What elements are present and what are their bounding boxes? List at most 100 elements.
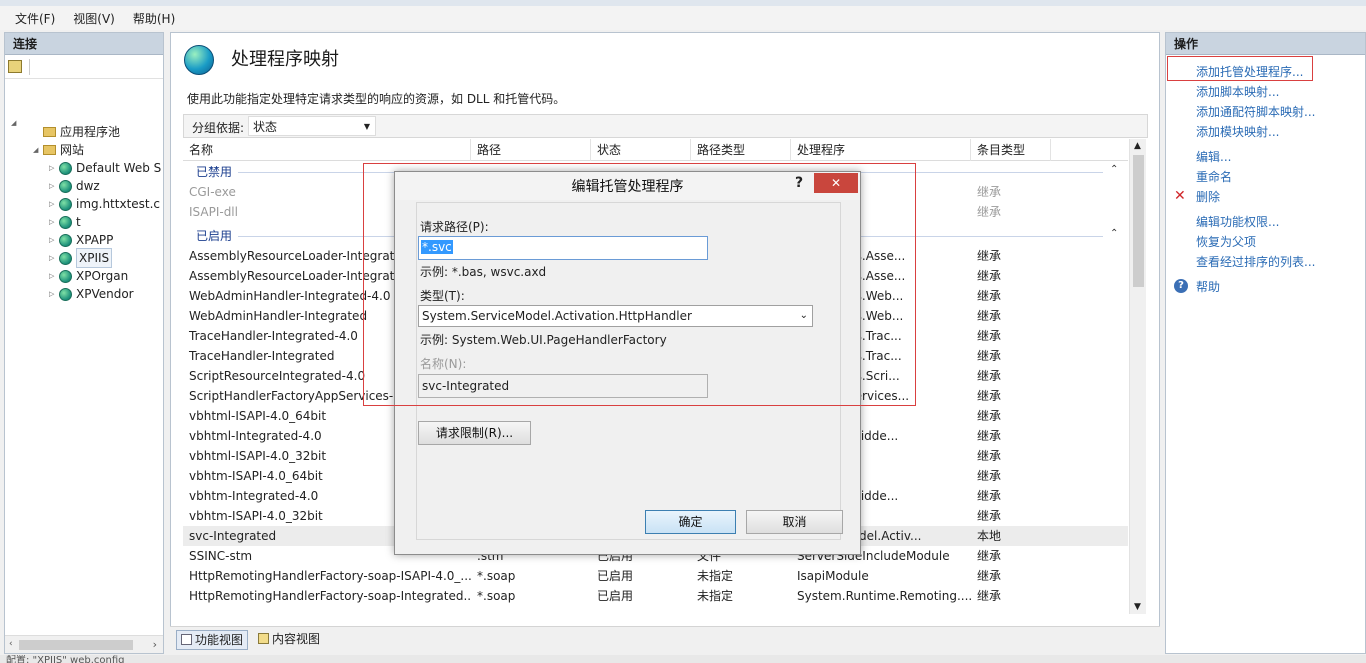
action-7[interactable]: 编辑功能权限... <box>1196 213 1279 230</box>
cell-entry: 继承 <box>977 289 1002 303</box>
collapse-group-icon[interactable]: ⌃ <box>1110 164 1118 175</box>
connect-icon[interactable] <box>8 60 22 73</box>
tree-item-label: img.httxtest.c <box>76 197 161 211</box>
group-header: 已禁用 <box>196 165 233 179</box>
content-view-tab[interactable]: 内容视图 <box>254 630 324 650</box>
grid-header: 名称 路径 状态 路径类型 处理程序 条目类型 <box>183 139 1128 161</box>
connections-panel: 连接 应用程序池 ◢ 网站 ▷ Default Web S ▷ dwz ▷ img.httxte… <box>4 32 164 654</box>
toolbar-divider <box>29 59 30 75</box>
tree-item-img-httxtest-c[interactable]: ▷ img.httxtest.c <box>49 195 160 213</box>
request-restrictions-button[interactable]: 请求限制(R)... <box>418 421 531 445</box>
group-header: 已启用 <box>196 229 233 243</box>
handler-mappings-globe-icon <box>184 45 214 75</box>
group-select-value: 状态 <box>253 120 278 134</box>
globe-icon <box>59 197 72 211</box>
globe-icon <box>59 161 72 175</box>
tree-item--[interactable]: ◢ 网站 <box>33 141 84 159</box>
column-header-1[interactable]: 路径 <box>471 139 591 161</box>
actions-panel: 操作 添加托管处理程序... 添加脚本映射... 添加通配符脚本映射... 添加模块映… <box>1165 32 1366 654</box>
cell-entry: 本地 <box>977 529 1002 543</box>
cell-entry: 继承 <box>977 329 1002 343</box>
scroll-down-icon[interactable]: ▼ <box>1134 602 1141 612</box>
tree-item-default-web-s[interactable]: ▷ Default Web S <box>49 159 161 177</box>
tree-item-xpiis[interactable]: ▷ XPIIS <box>49 248 113 268</box>
tree-root-expander[interactable]: ◢ <box>11 119 16 127</box>
tree-item-label: XPOrgan <box>76 269 129 283</box>
collapse-group-icon[interactable]: ⌃ <box>1110 228 1118 239</box>
action-5[interactable]: 重命名 <box>1196 168 1232 185</box>
collapse-arrow-icon[interactable]: ◢ <box>33 141 43 159</box>
cell-entry: 继承 <box>977 449 1002 463</box>
tree-item-dwz[interactable]: ▷ dwz <box>49 177 100 195</box>
menu-help[interactable]: 帮助(H) <box>133 10 175 27</box>
column-header-3[interactable]: 路径类型 <box>691 139 791 161</box>
column-header-0[interactable]: 名称 <box>183 139 471 161</box>
tree-item-label: XPAPP <box>76 233 114 247</box>
menu-bar: 文件(F) 视图(V) 帮助(H) <box>0 0 1366 30</box>
cell-name: HttpRemotingHandlerFactory-soap-ISAPI-4.… <box>189 569 471 583</box>
tree-item--[interactable]: 应用程序池 <box>33 123 120 141</box>
column-header-4[interactable]: 处理程序 <box>791 139 971 161</box>
expand-arrow-icon[interactable]: ▷ <box>49 285 59 303</box>
tree-item-xpvendor[interactable]: ▷ XPVendor <box>49 285 134 303</box>
app-pool-icon <box>43 127 56 137</box>
tree-item-t[interactable]: ▷ t <box>49 213 81 231</box>
expand-arrow-icon[interactable]: ▷ <box>49 159 59 177</box>
expand-arrow-icon[interactable]: ▷ <box>49 249 59 267</box>
grid-vscroll[interactable]: ▲ ▼ <box>1129 139 1146 614</box>
column-header-5[interactable]: 条目类型 <box>971 139 1051 161</box>
table-row[interactable]: HttpRemotingHandlerFactory-soap-Integrat… <box>183 586 1128 606</box>
table-row[interactable]: HttpRemotingHandlerFactory-soap-ISAPI-4.… <box>183 566 1128 586</box>
add-managed-handler-highlight <box>1167 56 1313 81</box>
column-header-2[interactable]: 状态 <box>591 139 691 161</box>
status-text: 配置: "XPIIS" web.config <box>6 655 125 663</box>
cell-entry: 继承 <box>977 369 1002 383</box>
cell-entry: 继承 <box>977 185 1002 199</box>
feature-view-label: 功能视图 <box>195 633 244 647</box>
action-4[interactable]: 编辑... <box>1196 148 1231 165</box>
scroll-left-icon[interactable]: ‹ <box>9 639 13 649</box>
expand-arrow-icon[interactable]: ▷ <box>49 267 59 285</box>
group-bar: 分组依据: 状态 ▼ <box>183 114 1148 138</box>
cell-entry: 继承 <box>977 569 1002 583</box>
group-select[interactable]: 状态 ▼ <box>248 116 376 136</box>
cell-entry: 继承 <box>977 269 1002 283</box>
scroll-up-icon[interactable]: ▲ <box>1134 141 1141 151</box>
expand-arrow-icon[interactable]: ▷ <box>49 213 59 231</box>
cell-ptype: 未指定 <box>697 589 734 603</box>
cell-entry: 继承 <box>977 205 1002 219</box>
action-9[interactable]: 查看经过排序的列表... <box>1196 253 1315 270</box>
vscroll-thumb[interactable] <box>1133 155 1144 287</box>
delete-icon: ✕ <box>1174 188 1186 204</box>
cell-name: HttpRemotingHandlerFactory-soap-Integrat… <box>189 589 471 603</box>
menu-view[interactable]: 视图(V) <box>73 10 115 27</box>
action-3[interactable]: 添加模块映射... <box>1196 123 1279 140</box>
tree-item-label: 网站 <box>60 143 85 157</box>
action-2[interactable]: 添加通配符脚本映射... <box>1196 103 1315 120</box>
feature-view-tab[interactable]: 功能视图 <box>176 630 249 650</box>
chevron-down-icon: ▼ <box>363 122 370 131</box>
action-6[interactable]: 删除 <box>1196 188 1220 205</box>
hscroll-thumb[interactable] <box>19 640 133 650</box>
content-view-label: 内容视图 <box>272 632 321 646</box>
scroll-right-icon[interactable]: › <box>153 638 157 651</box>
cell-handler: System.Runtime.Remoting.... <box>797 589 971 603</box>
globe-icon <box>59 269 72 283</box>
globe-icon <box>59 179 72 193</box>
expand-arrow-icon[interactable]: ▷ <box>49 195 59 213</box>
tree-item-xpapp[interactable]: ▷ XPAPP <box>49 231 113 249</box>
connections-hscroll[interactable]: ‹ › <box>5 635 163 653</box>
expand-arrow-icon[interactable]: ▷ <box>49 177 59 195</box>
action-8[interactable]: 恢复为父项 <box>1196 233 1256 250</box>
connections-tree: 应用程序池 ◢ 网站 ▷ Default Web S ▷ dwz ▷ img.httxtest.… <box>5 79 163 619</box>
actions-title: 操作 <box>1166 33 1365 55</box>
expand-arrow-icon[interactable]: ▷ <box>49 231 59 249</box>
tree-item-label: XPVendor <box>76 287 134 301</box>
action-10[interactable]: 帮助 <box>1196 278 1220 295</box>
tree-item-xporgan[interactable]: ▷ XPOrgan <box>49 267 128 285</box>
cancel-button[interactable]: 取消 <box>746 510 843 534</box>
ok-button[interactable]: 确定 <box>645 510 736 534</box>
cell-entry: 继承 <box>977 409 1002 423</box>
menu-file[interactable]: 文件(F) <box>15 10 55 27</box>
action-1[interactable]: 添加脚本映射... <box>1196 83 1279 100</box>
